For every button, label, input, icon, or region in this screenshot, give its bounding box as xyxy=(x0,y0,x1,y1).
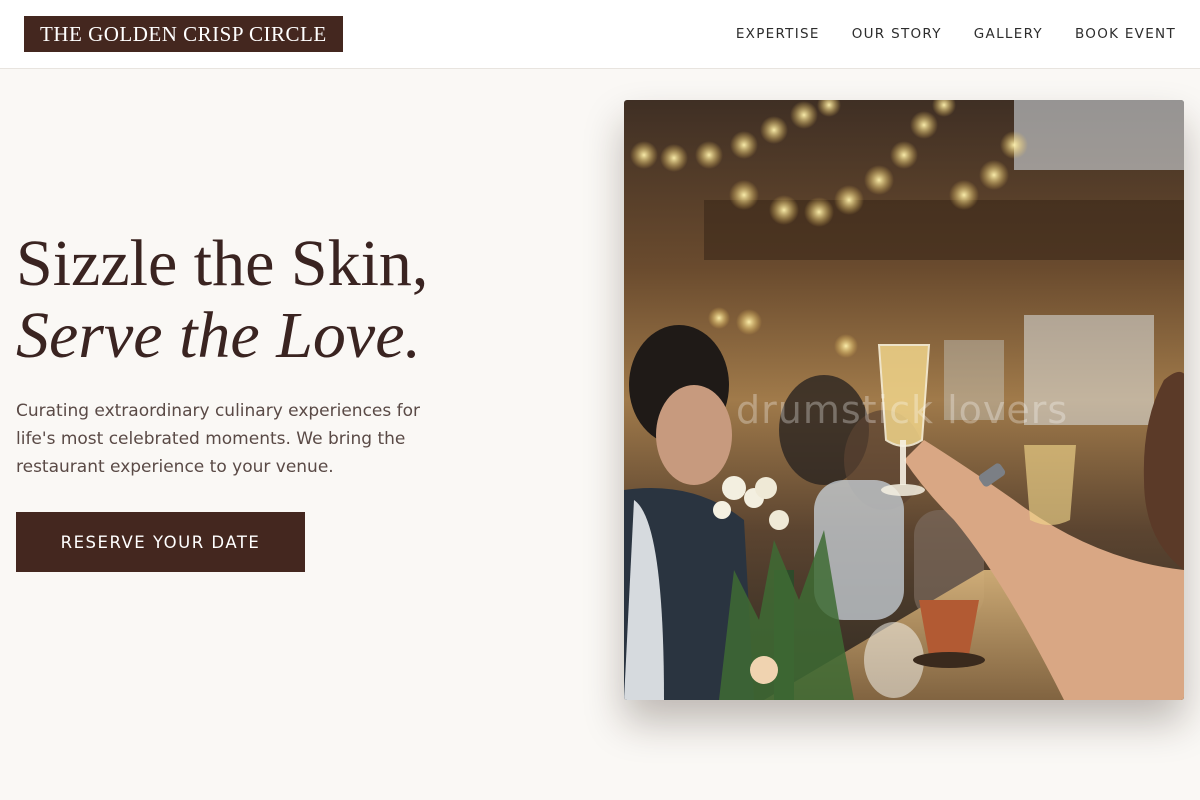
reserve-date-button[interactable]: RESERVE YOUR DATE xyxy=(16,512,305,572)
main-nav: EXPERTISE OUR STORY GALLERY BOOK EVENT xyxy=(736,0,1176,68)
hero-title-line-1: Sizzle the Skin, xyxy=(16,227,429,300)
hero-photo: drumstick lovers xyxy=(624,100,1184,700)
hero-title-line-2: Serve the Love. xyxy=(16,299,421,372)
nav-link-gallery[interactable]: GALLERY xyxy=(974,26,1043,42)
hero-title: Sizzle the Skin, Serve the Love. xyxy=(16,228,576,372)
nav-link-expertise[interactable]: EXPERTISE xyxy=(736,26,820,42)
photo-watermark: drumstick lovers xyxy=(736,388,1069,432)
nav-link-book-event[interactable]: BOOK EVENT xyxy=(1075,26,1176,42)
hero-description: Curating extraordinary culinary experien… xyxy=(16,401,421,477)
brand-logo[interactable]: THE GOLDEN CRISP CIRCLE xyxy=(24,16,343,52)
nav-link-our-story[interactable]: OUR STORY xyxy=(852,26,942,42)
site-header: THE GOLDEN CRISP CIRCLE EXPERTISE OUR ST… xyxy=(0,0,1200,69)
